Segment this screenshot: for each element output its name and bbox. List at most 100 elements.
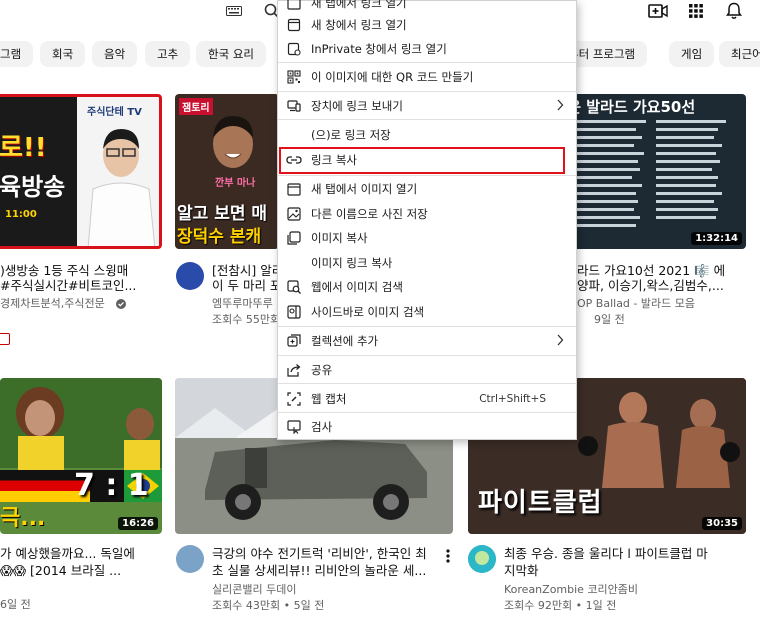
copy-image-icon	[286, 230, 302, 246]
highlight-box	[279, 147, 565, 174]
channel-name[interactable]: 경제차트분석,주식전문	[0, 296, 150, 312]
thumb-text: 극...	[0, 506, 46, 531]
video-thumbnail[interactable]: 사랑스러운 발라드 가요50선 1:32:14	[566, 94, 746, 249]
context-menu: 새 탭에서 링크 열기 새 창에서 링크 열기 InPrivate 창에서 링크…	[277, 0, 577, 440]
menu-item-label: (으)로 링크 저장	[311, 128, 391, 142]
menu-item-inspect[interactable]: 검사	[278, 415, 576, 439]
video-title[interactable]: 이 두 마리 포	[212, 277, 278, 295]
thumb-text: 로!!	[0, 133, 47, 163]
new-tab-icon	[286, 0, 302, 11]
menu-item-open-inprivate[interactable]: InPrivate 창에서 링크 열기	[278, 37, 576, 61]
channel-name[interactable]: KoreanZombie 코리안좀비	[504, 582, 754, 598]
keyboard-icon[interactable]	[224, 2, 244, 20]
inspect-icon	[286, 419, 302, 435]
menu-separator	[278, 91, 576, 92]
chip[interactable]: 최근어	[719, 41, 760, 67]
inprivate-icon	[286, 41, 302, 57]
chip[interactable]: 그램	[0, 41, 34, 67]
chip[interactable]: 음악	[92, 41, 138, 67]
menu-separator	[278, 62, 576, 63]
new-window-icon	[286, 17, 302, 33]
menu-separator	[278, 355, 576, 356]
more-options-icon[interactable]	[444, 548, 452, 564]
menu-item-share[interactable]: 공유	[278, 358, 576, 382]
menu-item-label: 웹 캡처	[311, 392, 347, 406]
menu-item-label: 새 창에서 링크 열기	[311, 18, 407, 32]
video-thumbnail[interactable]: 잼토리 깐부 마나 알고 보면 매 장덕수 본캐	[175, 94, 279, 249]
chip[interactable]: 게임	[669, 41, 715, 67]
view-count: 6일 전	[0, 598, 31, 611]
menu-item-save-link-as[interactable]: (으)로 링크 저장	[278, 123, 576, 147]
menu-item-add-to-collection[interactable]: 컬렉션에 추가	[278, 329, 576, 353]
channel-avatar[interactable]	[176, 262, 204, 290]
thumb-text: 파이트클럽	[478, 488, 603, 518]
video-duration: 30:35	[702, 517, 742, 530]
menu-item-copy-image-link[interactable]: 이미지 링크 복사	[278, 251, 576, 275]
video-title[interactable]: 극강의 야수 전기트럭 '리비안', 한국인 최	[212, 545, 442, 563]
chip[interactable]: 한국 요리	[196, 41, 266, 67]
menu-item-label: 이 이미지에 대한 QR 코드 만들기	[311, 70, 474, 84]
create-video-icon[interactable]	[648, 2, 668, 20]
collection-icon	[286, 333, 302, 349]
chevron-right-icon	[556, 334, 564, 349]
menu-item-sidebar-image-search[interactable]: 사이드바로 이미지 검색	[278, 300, 576, 324]
menu-item-open-image-new-tab[interactable]: 새 탭에서 이미지 열기	[278, 177, 576, 201]
channel-name[interactable]: OP Ballad - 발라드 모음	[577, 296, 760, 312]
video-title[interactable]: 양파, 이승기,왁스,김범수,...	[577, 277, 760, 295]
menu-item-copy-image[interactable]: 이미지 복사	[278, 226, 576, 250]
menu-item-save-image-as[interactable]: 다른 이름으로 사진 저장	[278, 202, 576, 226]
send-device-icon	[286, 98, 302, 114]
channel-name[interactable]: 엠뚜루마뚜루	[212, 296, 278, 312]
thumb-text: 장덕수 본캐	[177, 227, 262, 247]
video-title[interactable]: #주식실시간#비트코인...	[0, 277, 162, 295]
video-duration: 16:26	[118, 517, 158, 530]
match-score: 7 : 1	[74, 468, 149, 503]
video-thumbnail[interactable]: 7 : 1 극... 16:26	[0, 378, 162, 534]
menu-item-label: 웹에서 이미지 검색	[311, 280, 403, 294]
notifications-bell-icon[interactable]	[724, 2, 744, 20]
chevron-right-icon	[556, 99, 564, 114]
video-title[interactable]: 😱😱 [2014 브라질 ...	[0, 562, 162, 580]
channel-avatar[interactable]	[468, 545, 496, 573]
menu-item-label: 공유	[311, 363, 333, 377]
chip[interactable]: 회국	[40, 41, 86, 67]
thumb-text: 사랑스러운 발라드 가요50선	[566, 98, 696, 116]
video-title[interactable]: 지막화	[504, 562, 754, 580]
menu-item-label: 다른 이름으로 사진 저장	[311, 207, 428, 221]
menu-separator	[278, 326, 576, 327]
menu-item-web-capture[interactable]: 웹 캡처 Ctrl+Shift+S	[278, 387, 576, 411]
view-count: 조회수 92만회 • 1일 전	[504, 599, 617, 612]
menu-separator	[278, 383, 576, 384]
channel-avatar[interactable]	[176, 545, 204, 573]
thumb-text: 주식단테 TV	[87, 107, 142, 118]
video-thumbnail[interactable]: 주식단테 TV 로!! 육방송 11:00	[0, 94, 162, 249]
thumb-text: 알고 보면 매	[177, 204, 268, 224]
video-title[interactable]: 초 실물 상세리뷰!! 리비안의 놀라운 세...	[212, 562, 442, 580]
chip[interactable]: 고추	[145, 41, 191, 67]
channel-name[interactable]: 실리콘밸리 두데이	[212, 582, 442, 598]
apps-icon[interactable]	[686, 2, 706, 20]
video-title[interactable]: 최종 우승. 종을 울리다 l 파이트클럽 마	[504, 545, 754, 563]
view-count: 9일 전	[594, 313, 625, 326]
menu-item-label: 장치에 링크 보내기	[311, 99, 403, 113]
video-title[interactable]: 가 예상했을까요... 독일에	[0, 545, 162, 563]
share-icon	[286, 362, 302, 378]
menu-item-open-new-window[interactable]: 새 창에서 링크 열기	[278, 13, 576, 37]
menu-item-label: 컬렉션에 추가	[311, 334, 379, 348]
qr-code-icon	[286, 69, 302, 85]
web-capture-icon	[286, 391, 302, 407]
menu-separator	[278, 119, 576, 120]
menu-item-label: 새 탭에서 이미지 열기	[311, 182, 418, 196]
thumb-text: 육방송	[0, 173, 66, 201]
menu-item-send-to-device[interactable]: 장치에 링크 보내기	[278, 94, 576, 118]
menu-item-search-web-image[interactable]: 웹에서 이미지 검색	[278, 275, 576, 299]
sidebar-search-icon	[286, 304, 302, 320]
person-illustration	[213, 116, 253, 168]
menu-item-qr-code[interactable]: 이 이미지에 대한 QR 코드 만들기	[278, 65, 576, 89]
view-count: 조회수 55만회	[212, 313, 278, 326]
person-illustration	[87, 129, 156, 246]
image-tab-icon	[286, 181, 302, 197]
menu-item-label: 이미지 링크 복사	[311, 256, 393, 270]
menu-item-label: 검사	[311, 420, 333, 434]
menu-item-label: InPrivate 창에서 링크 열기	[311, 42, 447, 56]
